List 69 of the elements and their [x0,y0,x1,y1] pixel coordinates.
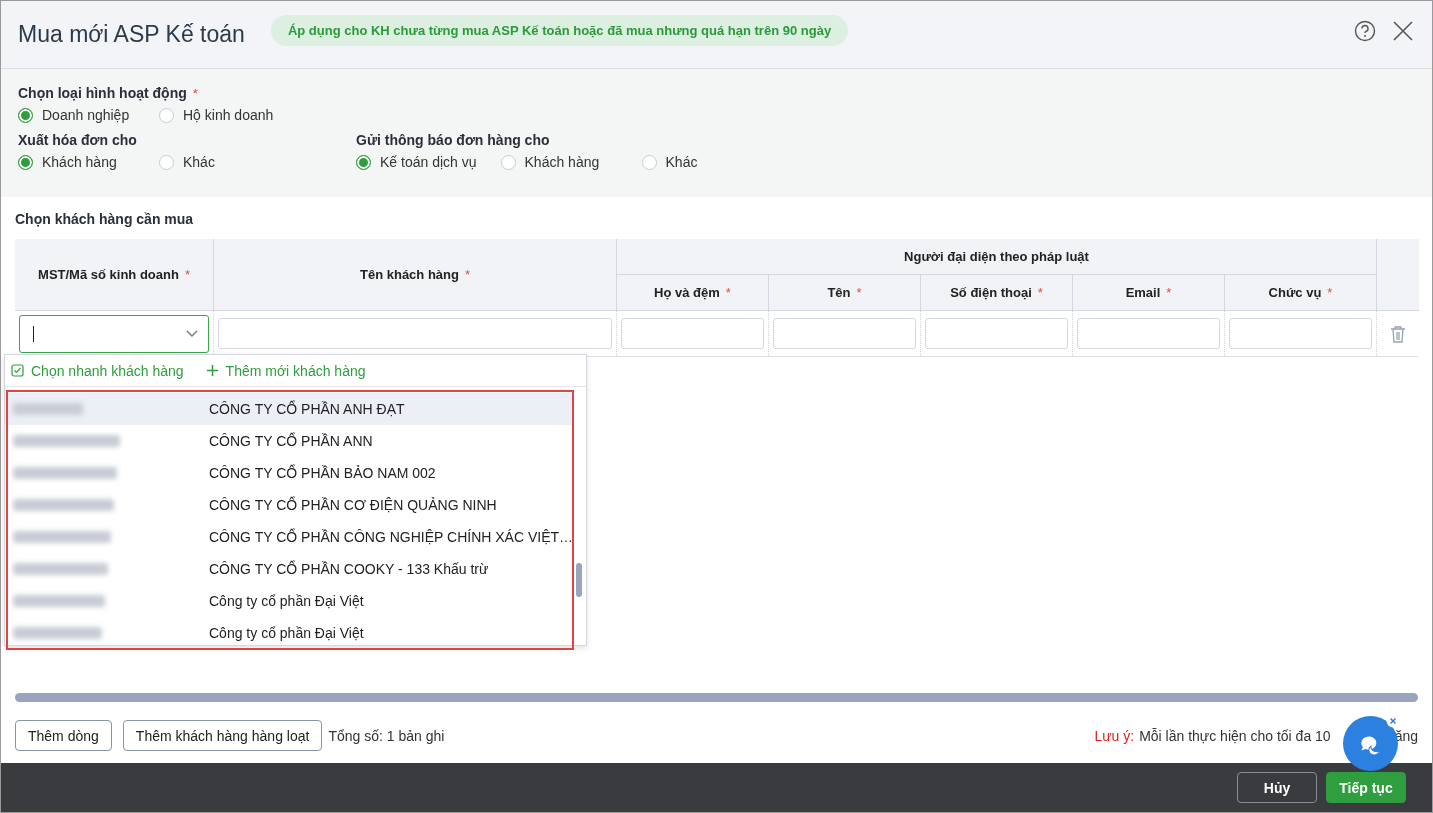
input-field[interactable] [218,318,612,349]
column-header: Email [1125,285,1161,300]
required-mark: * [1166,285,1172,300]
required-mark: * [856,285,862,300]
radio-label[interactable]: Khác [665,154,698,170]
checkbox-icon [11,364,24,377]
field-label: Chọn loại hình hoạt động [18,85,187,101]
add-button[interactable]: Thêm khách hàng hàng loạt [122,720,323,751]
radio-label[interactable]: Khách hàng [42,154,117,170]
input-field[interactable] [925,318,1068,349]
horizontal-scrollbar[interactable] [15,693,1418,702]
input-field[interactable] [621,318,764,349]
radio-button[interactable] [18,107,33,123]
dialog-title: Mua mới ASP Kế toán [18,21,245,48]
column-header: Chức vụ [1268,285,1322,300]
input-field[interactable] [1077,318,1220,349]
note-label: Lưu ý: [1094,727,1135,744]
radio-button[interactable] [500,154,516,170]
radio-label[interactable]: Khác [183,154,215,170]
customer-option[interactable]: CÔNG TY CỔ PHẦN ANH ĐẠT [5,393,574,425]
dropdown-action[interactable]: Thêm mới khách hàng [205,362,366,379]
column-header: MST/Mã số kinh doanh [38,267,179,282]
radio-button[interactable] [641,154,657,170]
chevron-down-icon [186,330,198,337]
radio-label[interactable]: Hộ kinh doanh [183,107,274,123]
cancel-button[interactable]: Hủy [1237,772,1317,803]
required-mark: * [192,86,198,101]
section-title: Chọn khách hàng cần mua [15,210,195,229]
required-mark: * [184,267,190,282]
radio-button[interactable] [18,154,33,170]
radio-button[interactable] [159,154,174,170]
required-mark: * [1327,285,1333,300]
record-count: Tổng số: 1 bản ghi [328,727,445,744]
customer-option[interactable]: CÔNG TY CỔ PHẦN ANN [5,425,574,457]
plus-icon [205,364,219,377]
radio-button[interactable] [159,107,174,123]
required-mark: * [725,285,731,300]
customer-option[interactable]: CÔNG TY CỔ PHẦN CÔNG NGHIỆP CHÍNH XÁC VIỆT… [5,521,574,553]
required-mark: * [1037,285,1043,300]
input-field[interactable] [1229,318,1372,349]
code-combobox[interactable] [19,314,209,353]
customer-option[interactable]: Công ty cổ phần Đại Việt [5,585,574,617]
notice-badge: Áp dụng cho KH chưa từng mua ASP Kế toán hoặc đã mua nhưng quá hạn trên 90 ngày [270,15,849,46]
chat-button[interactable] [1343,716,1398,771]
column-header: Tên khách hàng [360,267,459,282]
scrollbar-thumb[interactable] [576,563,582,597]
input-field[interactable] [773,318,916,349]
customer-option[interactable]: Công ty cổ phần Đại Việt [5,617,574,645]
column-header: Họ và đệm [654,285,720,300]
customer-option[interactable]: CÔNG TY CỔ PHẦN COOKY - 133 Khấu trừ [5,553,574,585]
customer-option[interactable]: CÔNG TY CỔ PHẦN BẢO NAM 002 [5,457,574,489]
help-icon[interactable] [1354,19,1376,42]
radio-label[interactable]: Doanh nghiệp [42,107,130,123]
required-mark: * [464,267,470,282]
field-label: Xuất hóa đơn cho [18,132,137,148]
radio-button[interactable] [356,154,371,170]
column-group-header: Người đại diện theo pháp luật [617,239,1377,275]
add-button[interactable]: Thêm dòng [15,720,112,751]
column-header: Số điện thoại [950,285,1032,300]
note-text: Mỗi lần thực hiện cho tối đa 10 [1139,727,1331,744]
dropdown-action[interactable]: Chọn nhanh khách hàng [11,362,184,379]
blurred-code [13,403,83,415]
trash-icon[interactable] [1389,324,1407,343]
radio-label[interactable]: Khách hàng [524,154,600,170]
radio-label[interactable]: Kế toán dịch vụ [380,154,477,170]
customer-option[interactable]: CÔNG TY CỔ PHẦN CƠ ĐIỆN QUẢNG NINH [5,489,574,521]
field-label: Gửi thông báo đơn hàng cho [356,132,550,148]
close-icon[interactable] [1392,19,1414,42]
column-header: Tên [827,285,851,300]
